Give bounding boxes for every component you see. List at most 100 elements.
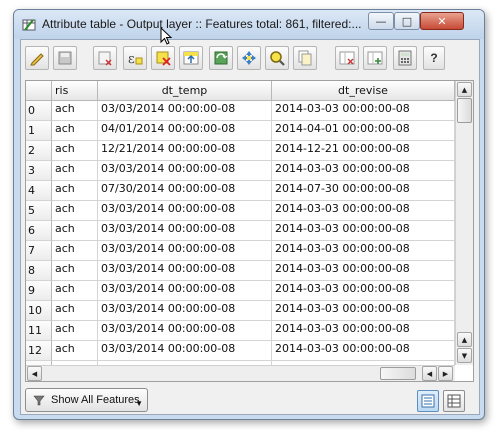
row-header[interactable]: 8 [26, 261, 52, 281]
cell-dt-revise[interactable]: 2014-03-03 00:00:00-08 [272, 221, 455, 241]
cell-ris[interactable]: ach [52, 101, 98, 121]
table-row[interactable]: 11 ach 03/03/2014 00:00:00-08 2014-03-03 00… [26, 321, 456, 341]
zoom-map-to-selected-button[interactable] [265, 46, 289, 70]
row-header[interactable]: 11 [26, 321, 52, 341]
table-row[interactable]: 2 ach 12/21/2014 00:00:00-08 2014-12-21 00:… [26, 141, 456, 161]
table-row[interactable]: 0 ach 03/03/2014 00:00:00-08 2014-03-03 00:… [26, 101, 456, 121]
table-view-button[interactable] [443, 390, 465, 412]
cell-ris[interactable]: ach [52, 201, 98, 221]
minimize-button[interactable]: — [368, 12, 394, 30]
cell-ris[interactable]: ach [52, 261, 98, 281]
corner-header[interactable] [26, 81, 52, 101]
table-row[interactable]: 6 ach 03/03/2014 00:00:00-08 2014-03-03 00:… [26, 221, 456, 241]
cell-dt-temp[interactable]: 12/21/2014 00:00:00-08 [98, 141, 272, 161]
cell-dt-revise[interactable]: 2014-12-21 00:00:00-08 [272, 141, 455, 161]
cell-ris[interactable]: ach [52, 301, 98, 321]
row-header[interactable]: 7 [26, 241, 52, 261]
vertical-scrollbar[interactable]: ▲ ▲ ▼ [455, 81, 473, 365]
cell-ris[interactable]: ach [52, 161, 98, 181]
cell-dt-revise[interactable]: 2014-04-01 00:00:00-08 [272, 121, 455, 141]
table-row[interactable]: 1 ach 04/01/2014 00:00:00-08 2014-04-01 00:… [26, 121, 456, 141]
vertical-scroll-thumb[interactable] [457, 98, 472, 123]
deselect-all-button[interactable] [151, 46, 175, 70]
row-header[interactable]: 6 [26, 221, 52, 241]
cell-ris[interactable]: ach [52, 181, 98, 201]
title-bar[interactable]: Attribute table - Output layer :: Featur… [14, 10, 484, 39]
cell-dt-revise[interactable]: 2014-03-03 00:00:00-08 [272, 321, 455, 341]
row-header[interactable]: 0 [26, 101, 52, 121]
toggle-editing-button[interactable] [25, 46, 49, 70]
scroll-left-button[interactable]: ◀ [27, 366, 42, 381]
cell-dt-temp[interactable]: 03/03/2014 00:00:00-08 [98, 201, 272, 221]
cell-dt-temp[interactable]: 07/30/2014 00:00:00-08 [98, 181, 272, 201]
column-header-dt-temp[interactable]: dt_temp [98, 81, 272, 101]
cell-ris[interactable]: ach [52, 241, 98, 261]
row-header[interactable]: 9 [26, 281, 52, 301]
horizontal-scroll-thumb[interactable] [380, 367, 416, 380]
attribute-table[interactable]: ris dt_temp dt_revise 0 ach 03/03/2014 00:… [25, 80, 474, 382]
cell-dt-temp[interactable]: 03/03/2014 00:00:00-08 [98, 101, 272, 121]
scroll-up-button-lower[interactable]: ▲ [457, 332, 472, 347]
column-header-dt-revise[interactable]: dt_revise [272, 81, 455, 101]
help-button[interactable]: ? [423, 46, 445, 70]
delete-column-button[interactable] [335, 46, 359, 70]
column-header-ris[interactable]: ris [52, 81, 98, 101]
cell-dt-revise[interactable]: 2014-03-03 00:00:00-08 [272, 341, 455, 361]
pan-map-to-selected-button[interactable] [237, 46, 261, 70]
cell-ris[interactable]: ach [52, 341, 98, 361]
cell-dt-temp[interactable]: 03/03/2014 00:00:00-08 [98, 261, 272, 281]
cell-dt-revise[interactable]: 2014-03-03 00:00:00-08 [272, 261, 455, 281]
cell-dt-temp[interactable]: 03/03/2014 00:00:00-08 [98, 241, 272, 261]
table-row[interactable]: 4 ach 07/30/2014 00:00:00-08 2014-07-30 00:… [26, 181, 456, 201]
show-features-dropdown[interactable]: Show All Features ▼ [25, 388, 148, 412]
cell-ris[interactable]: ach [52, 221, 98, 241]
table-row[interactable]: 5 ach 03/03/2014 00:00:00-08 2014-03-03 00:… [26, 201, 456, 221]
row-header[interactable]: 4 [26, 181, 52, 201]
cell-ris[interactable]: ach [52, 141, 98, 161]
field-calculator-button[interactable] [393, 46, 417, 70]
table-row[interactable]: 12 ach 03/03/2014 00:00:00-08 2014-03-03 00… [26, 341, 456, 361]
cell-ris[interactable]: ach [52, 321, 98, 341]
delete-selected-button[interactable] [93, 46, 117, 70]
cell-ris[interactable]: ach [52, 281, 98, 301]
cell-dt-revise[interactable]: 2014-03-03 00:00:00-08 [272, 161, 455, 181]
maximize-button[interactable]: □ [394, 12, 420, 30]
row-header[interactable]: 10 [26, 301, 52, 321]
table-row[interactable]: 8 ach 03/03/2014 00:00:00-08 2014-03-03 00:… [26, 261, 456, 281]
cell-dt-revise[interactable]: 2014-03-03 00:00:00-08 [272, 241, 455, 261]
select-by-expression-button[interactable]: ε [123, 46, 147, 70]
cell-dt-temp[interactable]: 03/03/2014 00:00:00-08 [98, 281, 272, 301]
copy-selected-rows-button[interactable] [293, 46, 317, 70]
table-row[interactable]: 10 ach 03/03/2014 00:00:00-08 2014-03-03 00… [26, 301, 456, 321]
table-row[interactable]: 7 ach 03/03/2014 00:00:00-08 2014-03-03 00:… [26, 241, 456, 261]
cell-dt-revise[interactable]: 2014-03-03 00:00:00-08 [272, 201, 455, 221]
cell-ris[interactable]: ach [52, 121, 98, 141]
table-row[interactable]: 9 ach 03/03/2014 00:00:00-08 2014-03-03 00:… [26, 281, 456, 301]
save-edits-button[interactable] [53, 46, 77, 70]
new-column-button[interactable] [363, 46, 387, 70]
cell-dt-temp[interactable]: 03/03/2014 00:00:00-08 [98, 321, 272, 341]
row-header[interactable]: 2 [26, 141, 52, 161]
cell-dt-temp[interactable]: 03/03/2014 00:00:00-08 [98, 301, 272, 321]
scroll-left-button-right[interactable]: ◀ [422, 366, 437, 381]
cell-dt-revise[interactable]: 2014-03-03 00:00:00-08 [272, 281, 455, 301]
horizontal-scrollbar[interactable]: ◀ ◀ ▶ [26, 365, 455, 381]
row-header[interactable]: 1 [26, 121, 52, 141]
cell-dt-revise[interactable]: 2014-07-30 00:00:00-08 [272, 181, 455, 201]
cell-dt-temp[interactable]: 04/01/2014 00:00:00-08 [98, 121, 272, 141]
row-header[interactable]: 12 [26, 341, 52, 361]
row-header[interactable]: 5 [26, 201, 52, 221]
cell-dt-revise[interactable]: 2014-03-03 00:00:00-08 [272, 101, 455, 121]
scroll-down-button[interactable]: ▼ [457, 348, 472, 363]
scroll-up-button[interactable]: ▲ [457, 82, 472, 97]
cell-dt-temp[interactable]: 03/03/2014 00:00:00-08 [98, 221, 272, 241]
move-selection-to-top-button[interactable] [179, 46, 203, 70]
row-header[interactable]: 3 [26, 161, 52, 181]
cell-dt-temp[interactable]: 03/03/2014 00:00:00-08 [98, 341, 272, 361]
invert-selection-button[interactable] [209, 46, 233, 70]
cell-dt-temp[interactable]: 03/03/2014 00:00:00-08 [98, 161, 272, 181]
cell-dt-revise[interactable]: 2014-03-03 00:00:00-08 [272, 301, 455, 321]
close-button[interactable]: ✕ [420, 12, 464, 30]
scroll-right-button[interactable]: ▶ [438, 366, 453, 381]
form-view-button[interactable] [417, 390, 439, 412]
